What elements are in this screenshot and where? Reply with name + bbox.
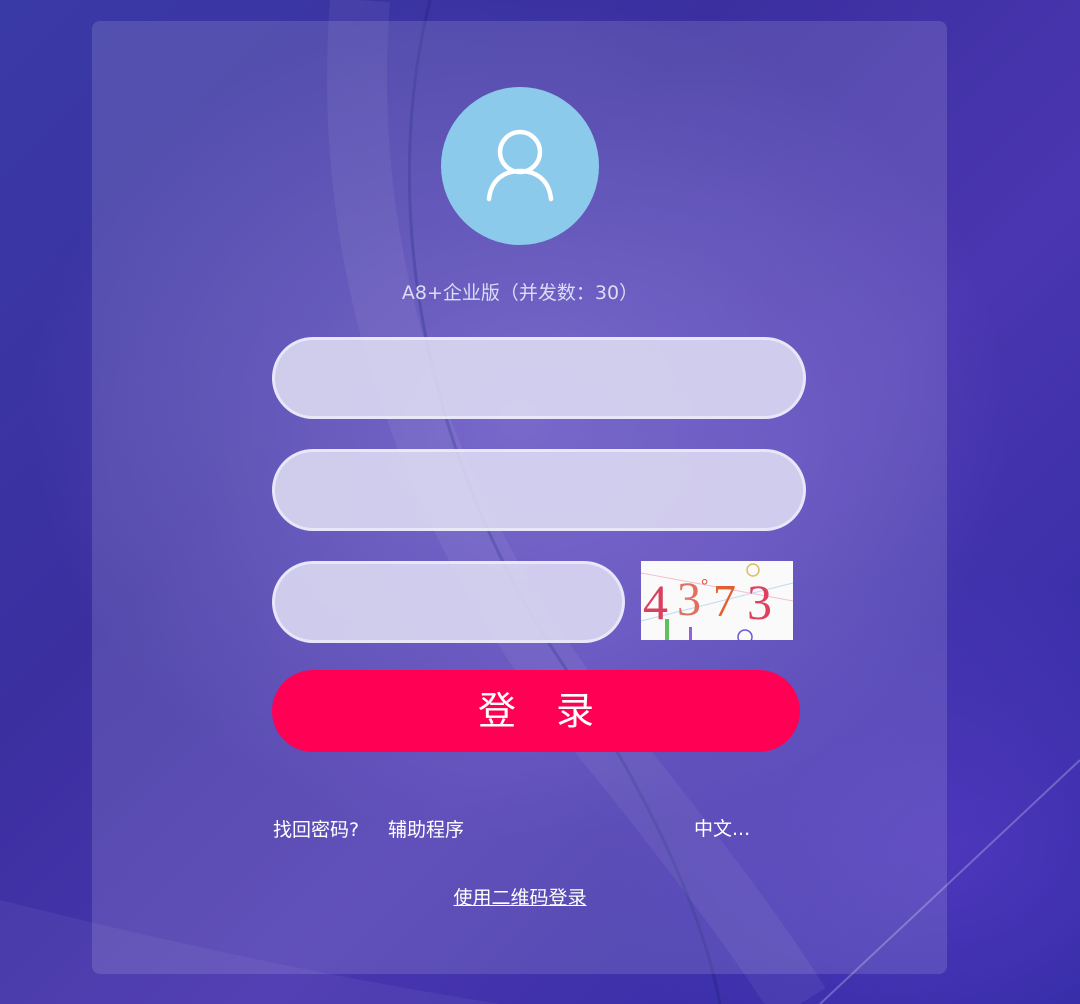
username-field[interactable] [272,337,806,419]
captcha-input[interactable] [275,564,622,640]
qr-login-link[interactable]: 使用二维码登录 [400,883,640,910]
language-select[interactable]: 中文... [694,814,750,841]
avatar [441,87,599,245]
helper-program-link[interactable]: 辅助程序 [388,815,464,842]
password-field[interactable] [272,449,806,531]
login-button[interactable]: 登 录 [272,670,800,752]
captcha-char-3: 7 [713,575,736,626]
captcha-char-2: 3 [677,573,701,626]
forgot-password-link[interactable]: 找回密码? [273,815,359,842]
captcha-image[interactable]: 4 3 ° 7 3 [641,561,793,640]
password-input[interactable] [275,452,803,528]
username-input[interactable] [275,340,803,416]
user-icon [486,129,554,202]
captcha-char-1: 4 [643,574,668,630]
captcha-graphic: 4 3 ° 7 3 [641,561,793,640]
captcha-field[interactable] [272,561,625,643]
svg-text:°: ° [701,575,708,595]
edition-label: A8+企业版（并发数：30） [401,282,639,304]
captcha-char-4: 3 [747,574,772,630]
